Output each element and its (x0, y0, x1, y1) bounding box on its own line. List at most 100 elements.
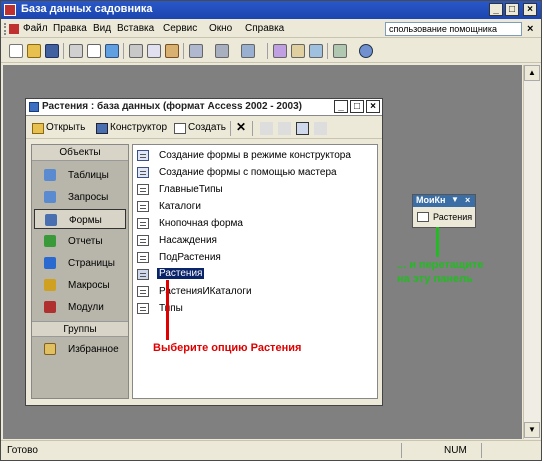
menu-bar: Файл Правка Вид Вставка Сервис Окно Спра… (1, 20, 541, 38)
list-item[interactable]: РастенияИКаталоги (137, 284, 375, 300)
list-item[interactable]: Типы (137, 301, 375, 317)
save-icon[interactable] (45, 44, 59, 58)
access-menu-icon[interactable] (9, 24, 19, 34)
db-toolbar-separator (230, 121, 231, 136)
query-icon (44, 191, 56, 203)
object-forms[interactable]: Формы (34, 209, 126, 229)
design-icon (96, 123, 108, 134)
menu-window[interactable]: Окно (209, 23, 232, 34)
design-button[interactable]: Конструктор (110, 122, 167, 133)
group-favorites[interactable]: Избранное (34, 339, 126, 359)
list-view-icon[interactable] (296, 122, 309, 135)
menu-view[interactable]: Вид (93, 23, 111, 34)
menu-edit[interactable]: Правка (53, 23, 87, 34)
objects-pane: Объекты Таблицы Запросы Формы Отчеты Стр… (31, 144, 129, 399)
undo-icon[interactable] (189, 44, 203, 58)
spell-icon[interactable] (105, 44, 119, 58)
create-button[interactable]: Создать (188, 122, 226, 133)
toolbar-separator (123, 43, 124, 59)
maximize-button[interactable]: □ (505, 3, 519, 16)
form-icon (137, 252, 149, 263)
list-item[interactable]: Создание формы в режиме конструктора (137, 148, 375, 164)
menu-tools[interactable]: Сервис (163, 23, 197, 34)
copy-icon[interactable] (147, 44, 161, 58)
toolbar-separator (183, 43, 184, 59)
custom-toolbar-title: МоиКн (416, 195, 446, 205)
new-object-icon[interactable] (333, 44, 347, 58)
relationships-icon[interactable] (309, 44, 323, 58)
form-icon (137, 269, 149, 280)
toolbar-separator (327, 43, 328, 59)
table-icon (44, 169, 56, 181)
wizard-icon (137, 150, 149, 161)
status-text: Готово (7, 445, 38, 456)
list-item-selected[interactable]: Растения (137, 267, 375, 283)
list-item[interactable]: Создание формы с помощью мастера (137, 165, 375, 181)
minimize-button[interactable]: _ (489, 3, 503, 16)
links-icon[interactable] (215, 44, 229, 58)
toolbar-separator (267, 43, 268, 59)
analyze-icon[interactable] (241, 44, 255, 58)
macro-icon (44, 279, 56, 291)
custom-toolbar-panel: МоиКн ▼ × Растения (412, 194, 476, 228)
vertical-scrollbar[interactable]: ▲ ▼ (523, 65, 540, 439)
create-icon (174, 123, 186, 134)
open-button[interactable]: Открыть (46, 122, 85, 133)
app-title: База данных садовника (21, 3, 153, 15)
list-item[interactable]: ПодРастения (137, 250, 375, 266)
db-maximize-button[interactable]: □ (350, 100, 364, 113)
db-title: Растения : база данных (формат Access 20… (42, 101, 302, 112)
open-icon[interactable] (27, 44, 41, 58)
object-modules[interactable]: Модули (34, 297, 126, 317)
db-close-button[interactable]: × (366, 100, 380, 113)
help-question-box[interactable]: спользование помощника (385, 22, 522, 36)
large-icons-view-icon[interactable] (260, 122, 273, 135)
wizard-icon (137, 167, 149, 178)
scroll-down-arrow[interactable]: ▼ (524, 422, 540, 438)
menu-close-button[interactable]: × (527, 23, 533, 35)
list-item[interactable]: ГлавныеТипы (137, 182, 375, 198)
custom-toolbar-plants-button[interactable]: Растения (416, 210, 474, 225)
details-view-icon[interactable] (314, 122, 327, 135)
scroll-up-arrow[interactable]: ▲ (524, 65, 540, 81)
custom-toolbar-close-button[interactable]: × (465, 195, 470, 205)
object-macros[interactable]: Макросы (34, 275, 126, 295)
delete-icon[interactable]: ✕ (236, 120, 246, 134)
object-reports[interactable]: Отчеты (34, 231, 126, 251)
preview-icon[interactable] (87, 44, 101, 58)
objects-header[interactable]: Объекты (32, 145, 128, 161)
new-icon[interactable] (9, 44, 23, 58)
custom-toolbar-title-bar[interactable]: МоиКн ▼ × (413, 195, 475, 207)
code-icon[interactable] (273, 44, 287, 58)
open-object-icon (32, 123, 44, 134)
small-icons-view-icon[interactable] (278, 122, 291, 135)
menubar-grip[interactable] (4, 23, 7, 35)
db-title-bar[interactable]: Растения : база данных (формат Access 20… (26, 99, 382, 116)
print-icon[interactable] (69, 44, 83, 58)
cut-icon[interactable] (129, 44, 143, 58)
list-item[interactable]: Кнопочная форма (137, 216, 375, 232)
database-icon (29, 102, 39, 112)
close-button[interactable]: × (523, 3, 537, 16)
paste-icon[interactable] (165, 44, 179, 58)
menu-help[interactable]: Справка (245, 23, 284, 34)
toolbar-separator (63, 43, 64, 59)
db-minimize-button[interactable]: _ (334, 100, 348, 113)
menu-file[interactable]: Файл (23, 23, 48, 34)
object-queries[interactable]: Запросы (34, 187, 126, 207)
groups-header[interactable]: Группы (32, 321, 128, 337)
form-icon (417, 212, 429, 222)
object-pages[interactable]: Страницы (34, 253, 126, 273)
properties-icon[interactable] (291, 44, 305, 58)
forms-list: Создание формы в режиме конструктора Соз… (132, 144, 378, 399)
menu-insert[interactable]: Вставка (117, 23, 154, 34)
form-icon (137, 286, 149, 297)
num-lock-indicator: NUM (444, 445, 467, 456)
list-item[interactable]: Насаждения (137, 233, 375, 249)
list-item[interactable]: Каталоги (137, 199, 375, 215)
app-title-bar[interactable]: База данных садовника _ □ × (1, 1, 541, 19)
object-tables[interactable]: Таблицы (34, 165, 126, 185)
chevron-down-icon[interactable]: ▼ (451, 195, 459, 204)
form-icon (137, 303, 149, 314)
help-icon[interactable] (359, 44, 373, 58)
